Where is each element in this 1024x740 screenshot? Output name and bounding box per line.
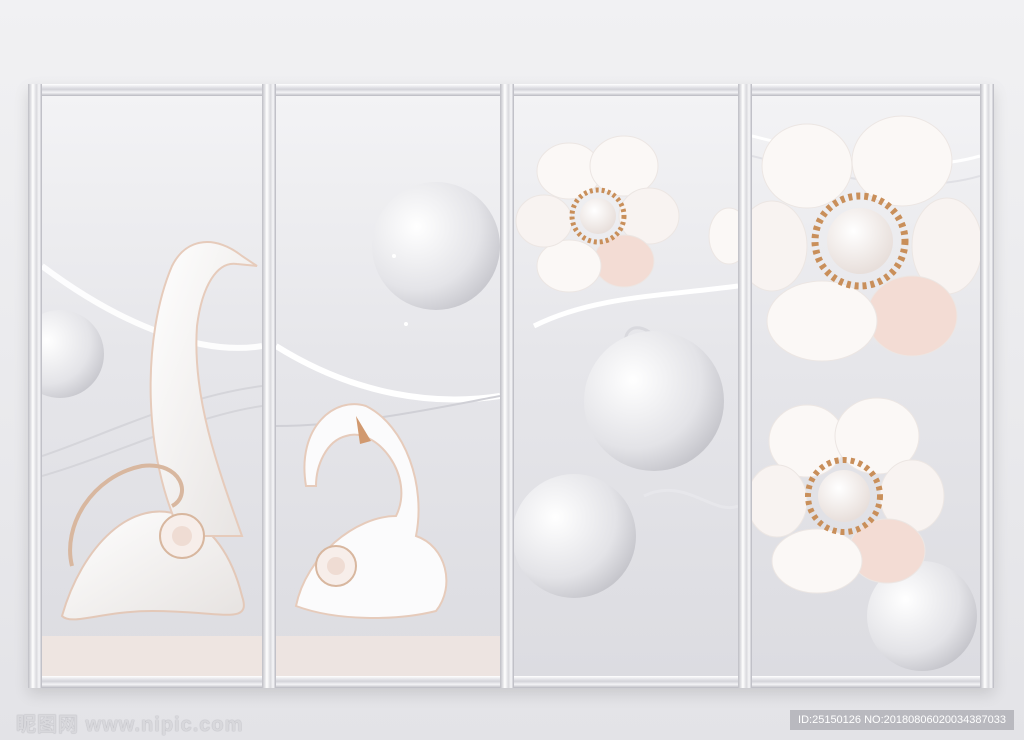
frame-post [500, 84, 514, 688]
sphere [584, 331, 724, 471]
flower-scene-small [514, 135, 738, 598]
panel-1-swan [42, 96, 262, 676]
sphere [42, 310, 104, 398]
swan-scene-right [276, 182, 500, 676]
sphere [372, 182, 500, 310]
frame-post [28, 84, 42, 688]
sphere [514, 474, 636, 598]
pearl-flower-bottom [752, 397, 945, 594]
panel-2-swan [276, 96, 500, 676]
watermark-nipic: 昵图网 www.nipic.com [16, 714, 244, 736]
frame-post [980, 84, 994, 688]
image-id-label: ID:25150126 NO:20180806020034387033 [790, 710, 1014, 730]
pearl-flower-top [752, 115, 980, 362]
panel-3-flower [514, 96, 738, 676]
frame-post [738, 84, 752, 688]
pearl-flower [515, 135, 680, 293]
frame-post [262, 84, 276, 688]
swan-scene-left [42, 241, 262, 676]
panel-4-flowers [752, 96, 980, 676]
flower-scene-large [752, 115, 980, 671]
